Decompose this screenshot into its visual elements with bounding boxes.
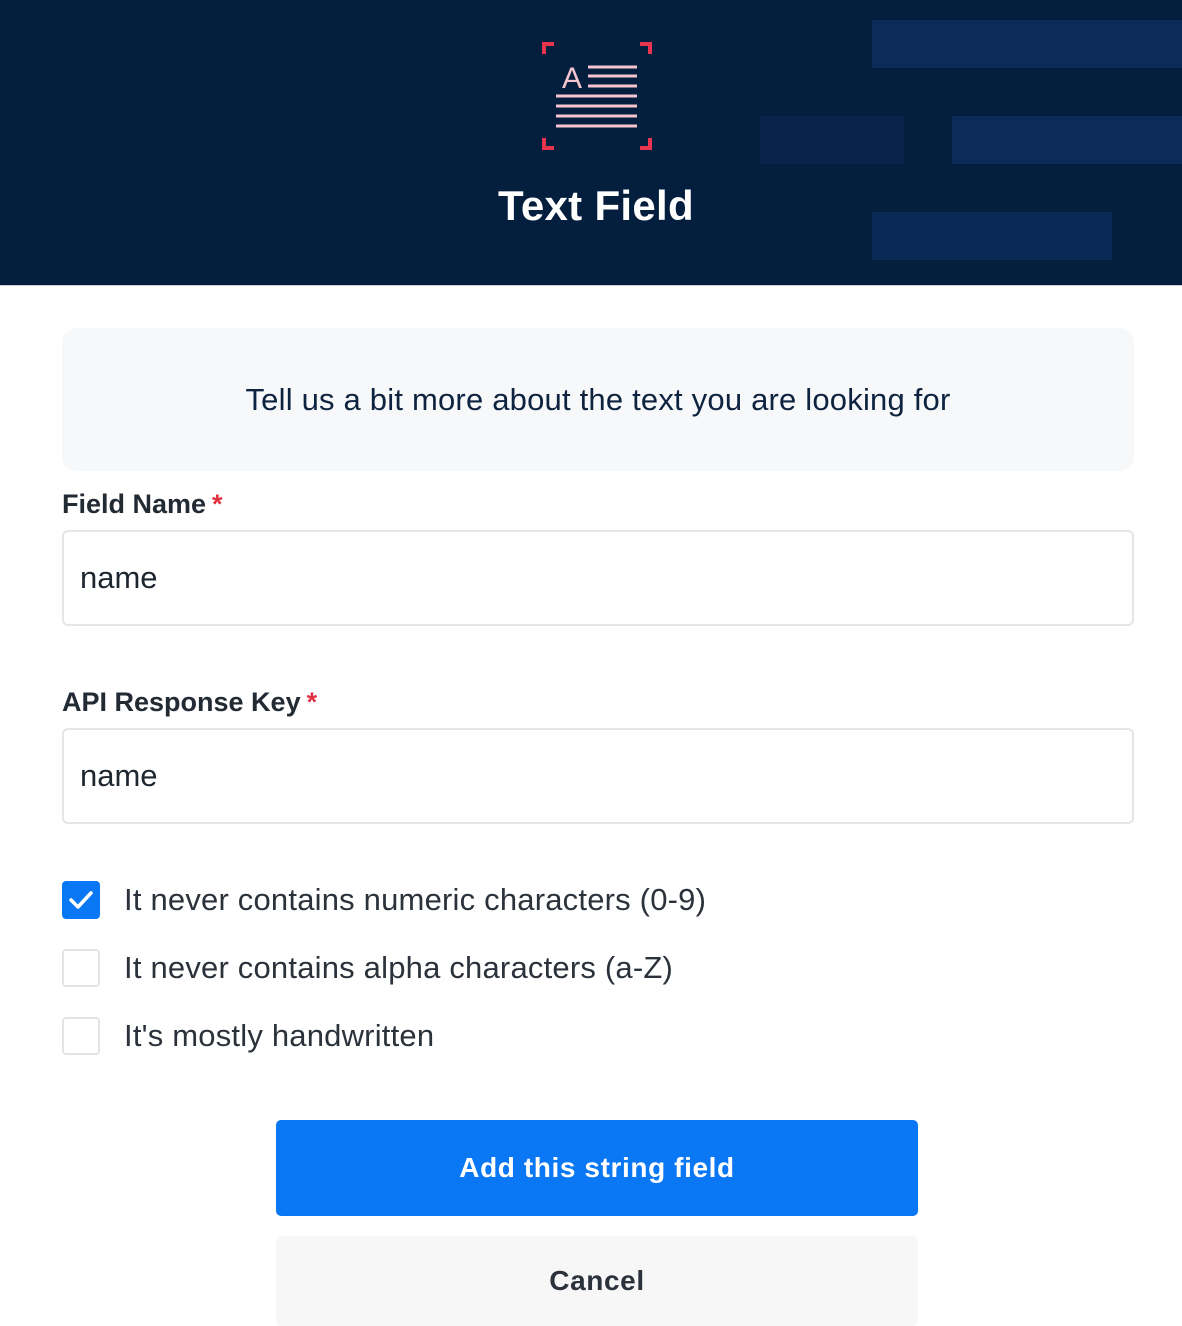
svg-text:A: A	[562, 62, 582, 95]
field-name-label: Field Name *	[62, 489, 223, 520]
text-field-icon: A	[542, 42, 652, 150]
intro-text: Tell us a bit more about the text you ar…	[245, 381, 951, 417]
dialog-header: A Text Field	[0, 0, 1182, 286]
dialog-title: Text Field	[498, 182, 694, 229]
intro-panel: Tell us a bit more about the text you ar…	[62, 328, 1134, 471]
option-no-alpha[interactable]: It never contains alpha characters (a-Z)	[62, 948, 673, 988]
decorative-bar	[872, 20, 1182, 68]
required-marker: *	[306, 687, 318, 717]
checkmark-icon	[69, 891, 93, 909]
checkbox-handwritten[interactable]	[62, 1017, 100, 1055]
option-label: It's mostly handwritten	[124, 1018, 435, 1053]
decorative-bar	[760, 116, 904, 164]
api-response-key-label: API Response Key *	[62, 687, 317, 718]
option-no-numeric[interactable]: It never contains numeric characters (0-…	[62, 880, 706, 920]
add-string-field-button[interactable]: Add this string field	[276, 1120, 918, 1216]
required-marker: *	[212, 489, 223, 519]
api-response-key-input[interactable]	[62, 728, 1134, 824]
api-response-key-label-text: API Response Key	[62, 687, 301, 717]
option-label: It never contains numeric characters (0-…	[124, 882, 707, 917]
option-label: It never contains alpha characters (a-Z)	[124, 950, 674, 985]
checkbox-no-alpha[interactable]	[62, 949, 100, 987]
decorative-bar	[952, 116, 1182, 164]
field-name-label-text: Field Name	[62, 489, 207, 519]
option-handwritten[interactable]: It's mostly handwritten	[62, 1016, 434, 1056]
checkbox-no-numeric[interactable]	[62, 881, 100, 919]
field-name-input[interactable]	[62, 530, 1134, 626]
cancel-button[interactable]: Cancel	[276, 1236, 918, 1326]
